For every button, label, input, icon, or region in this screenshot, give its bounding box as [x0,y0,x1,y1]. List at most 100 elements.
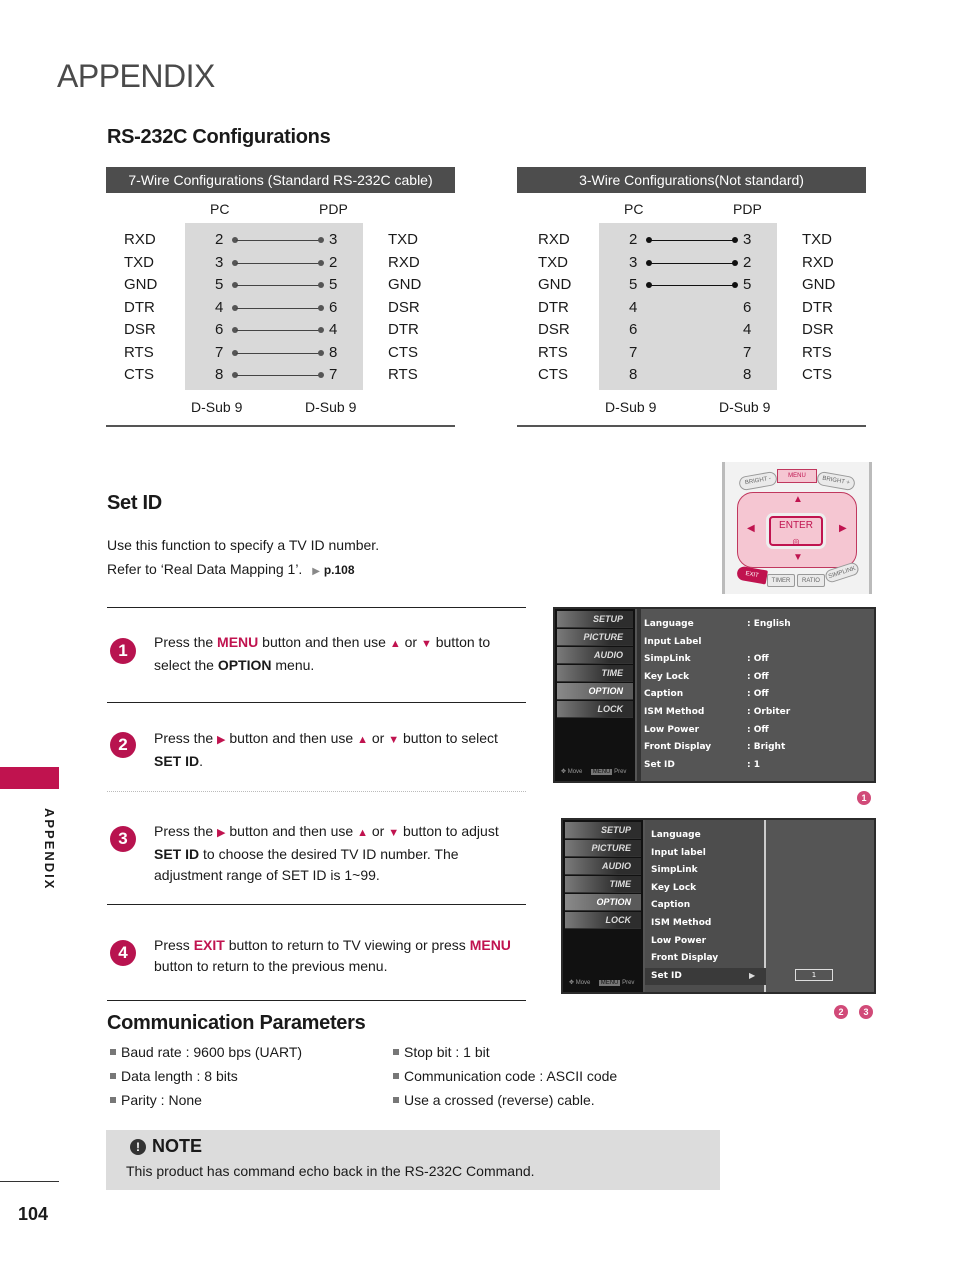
wire-connection [650,240,734,241]
osd-menu-audio[interactable]: AUDIO [557,647,633,664]
pdp-signal-label: CTS [802,366,832,383]
instruction-text: . [199,753,204,769]
param-text: Stop bit : 1 bit [404,1044,490,1060]
divider [107,1000,526,1001]
osd-setting-label[interactable]: SimpLink [644,654,691,664]
osd-setting-label[interactable]: Front Display [644,742,711,752]
param-text: Parity : None [121,1092,202,1108]
enter-dot-icon: ◎ [792,537,800,546]
pin-dot [732,259,738,266]
osd-setting-label[interactable]: Low Power [651,936,706,946]
pin-dot [318,349,324,356]
bullet-icon [393,1073,399,1079]
osd-setting-label[interactable]: Low Power [644,725,699,735]
osd-setting-label[interactable]: Set ID [651,971,682,981]
osd-setting-label[interactable]: Input label [651,848,706,858]
pdp-pin-number: 3 [329,231,338,248]
instruction-text: menu. [271,657,315,673]
step-number: 2 [110,732,136,758]
wire-row: CTS 8 8 CTS [517,364,866,386]
instruction-text: button to return to the previous menu. [154,958,388,974]
instruction-text: or [367,823,389,839]
pdp-pin-number: 6 [329,298,338,316]
osd-menu-option[interactable]: OPTION [565,894,641,911]
seven-wire-header: 7-Wire Configurations (Standard RS-232C … [106,167,455,193]
osd-menu-time[interactable]: TIME [565,876,641,893]
bullet-icon [110,1097,116,1103]
page-reference-link[interactable]: p.108 [324,563,355,577]
side-section-label: APPENDIX [42,808,57,891]
prev-label: Prev [622,980,635,986]
pc-pin-number: 8 [629,366,638,383]
osd-setting-value: : Off [747,724,769,735]
osd-setting-label[interactable]: Set ID [644,760,675,770]
pc-connector-label: D-Sub 9 [605,399,657,415]
right-arrow-icon: ▶ [217,827,226,839]
osd-setting-label[interactable]: Key Lock [651,883,696,893]
wire-row: DTR 4 6 DTR [517,297,866,319]
pc-signal-label: DSR [124,321,156,338]
osd-setting-value: : Off [747,671,769,682]
osd-setting-value: : Off [747,689,769,700]
menu-key-icon: MENU [590,769,613,775]
osd-setting-label[interactable]: Language [651,830,701,840]
osd-menu-time[interactable]: TIME [557,665,633,682]
osd-setting-label[interactable]: Input Label [644,637,701,647]
down-arrow-icon: ▼ [388,734,400,746]
osd-setting-label[interactable]: Key Lock [644,672,689,682]
osd-menu-lock[interactable]: LOCK [565,912,641,929]
menu-item-name: SET ID [154,753,200,769]
pdp-label: PDP [319,201,348,217]
instruction-text: or [367,730,389,746]
osd-setting-label[interactable]: SimpLink [651,865,698,875]
param-text: Use a crossed (reverse) cable. [404,1092,595,1108]
pc-signal-label: RXD [538,231,570,248]
osd-menu-option[interactable]: OPTION [557,683,633,700]
osd-setting-label[interactable]: Caption [644,689,683,699]
pin-dot [318,259,324,266]
instruction-text: button to adjust [399,823,499,839]
pc-signal-label: GND [538,276,572,293]
osd-setting-label[interactable]: Language [644,619,694,629]
pc-signal-label: TXD [124,253,154,271]
pc-signal-label: DTR [538,298,569,316]
osd-menu-picture[interactable]: PICTURE [565,840,641,857]
osd-menu-setup[interactable]: SETUP [557,611,633,628]
osd-setting-label[interactable]: Caption [651,900,690,910]
osd-setting-label[interactable]: ISM Method [651,918,711,928]
osd-menu-lock[interactable]: LOCK [557,701,633,718]
instruction-text: Press the [154,634,218,650]
bright-minus-button: BRIGHT - [738,470,778,492]
osd-menu-setup[interactable]: SETUP [565,822,641,839]
osd-menu-picture[interactable]: PICTURE [557,629,633,646]
step-number: 4 [110,940,136,966]
note-title: ! NOTE [130,1136,202,1157]
pc-pin-number: 6 [629,321,638,338]
page-number: 104 [18,1204,49,1224]
pc-pin-number: 6 [215,321,224,338]
wire-row: DSR 6 4 DTR [106,319,455,341]
setid-value-box[interactable]: 1 [795,969,833,981]
pc-pin-number: 4 [215,298,224,316]
osd-setting-label[interactable]: ISM Method [644,707,704,717]
pc-pin-number: 5 [215,276,224,293]
osd-setting-label[interactable]: Front Display [651,953,718,963]
exclamation-icon: ! [130,1139,146,1155]
pc-connector-label: D-Sub 9 [191,399,243,415]
osd-menu-audio[interactable]: AUDIO [565,858,641,875]
step-instruction: Press EXIT button to return to TV viewin… [154,935,524,977]
menu-item-name: OPTION [217,657,272,673]
wire-row: CTS 8 7 RTS [106,364,455,386]
ratio-button: RATIO [797,574,825,587]
comm-section-title: Communication Parameters [107,1012,366,1034]
note-box: ! NOTE This product has command echo back… [106,1130,720,1190]
wire-connection [650,262,734,264]
param-text: Communication code : ASCII code [404,1068,618,1084]
wire-row: TXD 3 2 RXD [106,252,455,274]
osd-side-menu: SETUP PICTURE AUDIO TIME OPTION LOCK ✥ Move ME… [563,820,643,992]
menu-item-name: SET ID [154,846,200,862]
pc-pin-number: 7 [215,343,224,361]
wire-row: GND 5 5 GND [106,274,455,296]
bullet-icon [393,1097,399,1103]
pdp-signal-label: TXD [802,231,832,248]
